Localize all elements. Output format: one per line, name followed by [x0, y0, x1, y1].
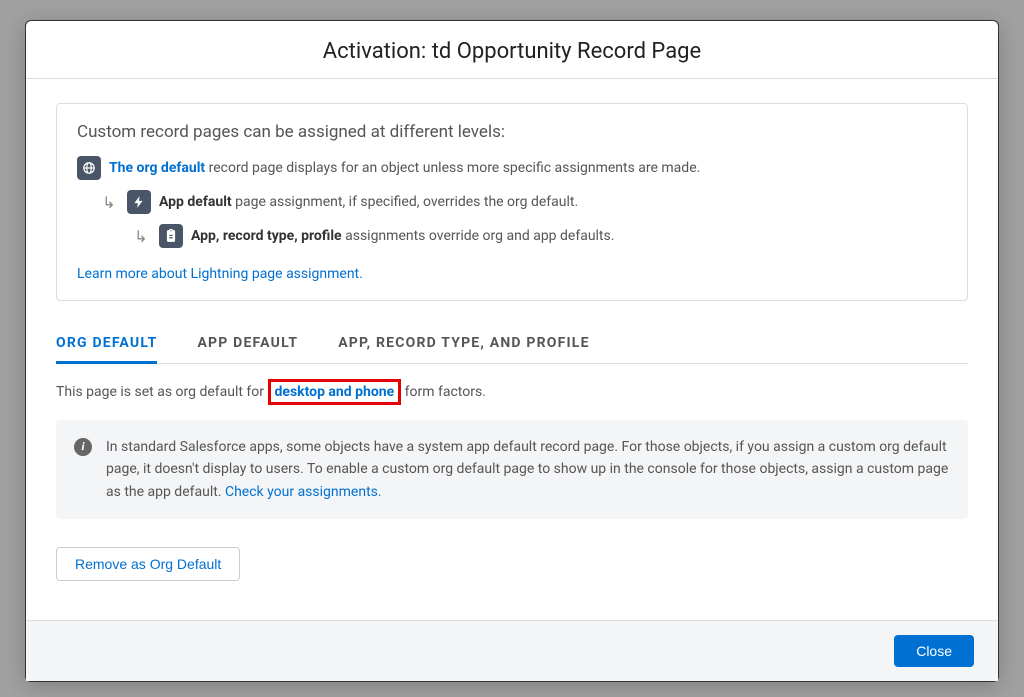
- modal-footer: Close: [26, 620, 998, 681]
- status-highlight: desktop and phone: [268, 379, 402, 405]
- tab-app-default[interactable]: APP DEFAULT: [197, 325, 298, 363]
- remove-org-default-button[interactable]: Remove as Org Default: [56, 547, 240, 581]
- activation-modal: Activation: td Opportunity Record Page C…: [25, 20, 999, 682]
- modal-body: Custom record pages can be assigned at d…: [26, 79, 998, 620]
- learn-more-link[interactable]: Learn more about Lightning page assignme…: [77, 266, 363, 282]
- hierarchy-text: The org default record page displays for…: [109, 160, 700, 176]
- status-line: This page is set as org default for desk…: [56, 384, 968, 400]
- app-record-profile-label: App, record type, profile: [191, 228, 342, 244]
- app-default-desc: page assignment, if specified, overrides…: [232, 194, 579, 210]
- status-prefix: This page is set as org default for: [56, 384, 268, 400]
- tab-app-record-profile[interactable]: APP, RECORD TYPE, AND PROFILE: [338, 325, 589, 363]
- clipboard-icon: [159, 224, 183, 248]
- info-heading: Custom record pages can be assigned at d…: [77, 122, 947, 142]
- note-box: i In standard Salesforce apps, some obje…: [56, 420, 968, 519]
- hierarchy-level-app-record-profile: ↳ App, record type, profile assignments …: [131, 224, 947, 248]
- check-assignments-link[interactable]: Check your assignments.: [225, 484, 382, 500]
- org-default-label: The org default: [109, 160, 205, 176]
- hierarchy-text: App default page assignment, if specifie…: [159, 194, 578, 210]
- tab-org-default[interactable]: ORG DEFAULT: [56, 325, 157, 363]
- modal-header: Activation: td Opportunity Record Page: [26, 21, 998, 79]
- org-default-desc: record page displays for an object unles…: [205, 160, 700, 176]
- close-button[interactable]: Close: [894, 635, 974, 667]
- info-icon: i: [74, 438, 92, 456]
- tabs: ORG DEFAULT APP DEFAULT APP, RECORD TYPE…: [56, 325, 968, 364]
- globe-icon: [77, 156, 101, 180]
- status-suffix: form factors.: [401, 384, 486, 400]
- hierarchy-text: App, record type, profile assignments ov…: [191, 228, 614, 244]
- lightning-icon: [127, 190, 151, 214]
- hierarchy-level-app-default: ↳ App default page assignment, if specif…: [99, 190, 947, 214]
- info-card: Custom record pages can be assigned at d…: [56, 103, 968, 301]
- indent-arrow-icon: ↳: [131, 226, 151, 246]
- app-default-label: App default: [159, 194, 232, 210]
- note-content: In standard Salesforce apps, some object…: [106, 436, 950, 503]
- modal-title: Activation: td Opportunity Record Page: [50, 39, 974, 64]
- hierarchy-level-org-default: The org default record page displays for…: [77, 156, 947, 180]
- app-record-profile-desc: assignments override org and app default…: [342, 228, 615, 244]
- indent-arrow-icon: ↳: [99, 192, 119, 212]
